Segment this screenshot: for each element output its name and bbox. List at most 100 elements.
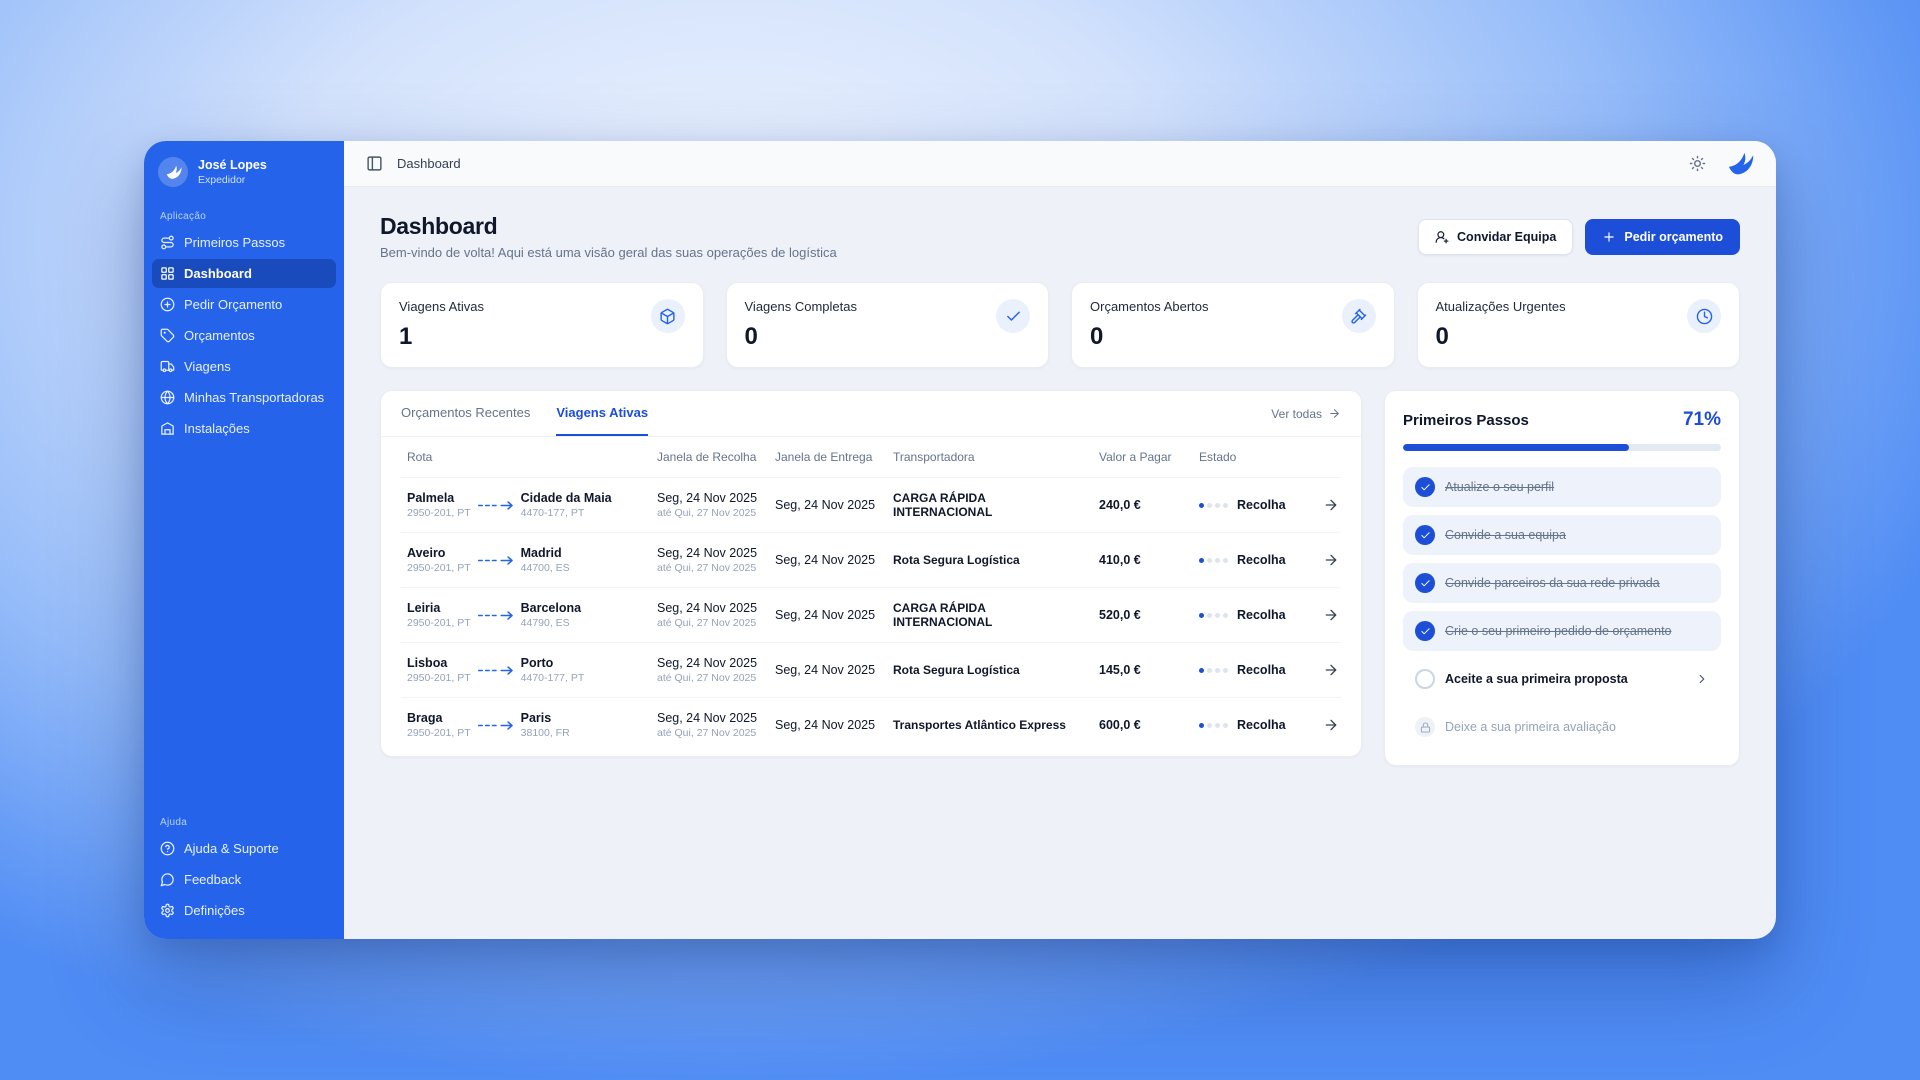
destination-code: 44790, ES: [521, 617, 583, 629]
sidebar-nav-item[interactable]: Definições: [152, 896, 336, 925]
page-actions: Convidar Equipa Pedir orçamento: [1418, 219, 1740, 255]
stats-row: Viagens Ativas 1 Viagens Completas 0 Orç…: [380, 282, 1740, 368]
user-plus-icon: [1435, 230, 1449, 244]
table-column-header: Valor a Pagar: [1093, 437, 1193, 477]
destination-code: 44700, ES: [521, 562, 583, 574]
onboarding-item[interactable]: Atualize o seu perfil: [1403, 467, 1721, 507]
route-arrow-icon: [477, 720, 515, 731]
delivery-window-cell: Seg, 24 Nov 2025: [769, 595, 887, 635]
brand-avatar-icon: [158, 157, 188, 187]
route-origin: Braga 2950-201, PT: [407, 711, 471, 739]
destination-code: 4470-177, PT: [521, 507, 612, 519]
sidebar-nav-item[interactable]: Primeiros Passos: [152, 228, 336, 257]
sidebar-nav-item[interactable]: Orçamentos: [152, 321, 336, 350]
trip-row[interactable]: Aveiro 2950-201, PT Madrid 44700, ES Seg…: [401, 533, 1341, 588]
pickup-date: Seg, 24 Nov 2025: [657, 546, 763, 560]
topbar: Dashboard: [344, 141, 1776, 187]
table-header-row: Rota Janela de Recolha Janela de Entrega…: [401, 437, 1341, 478]
destination-name: Paris: [521, 711, 583, 725]
destination-name: Cidade da Maia: [521, 491, 612, 505]
table-column-header: Janela de Recolha: [651, 437, 769, 477]
open-trip-arrow[interactable]: [1323, 497, 1339, 513]
origin-code: 2950-201, PT: [407, 672, 471, 684]
invite-team-button[interactable]: Convidar Equipa: [1418, 219, 1573, 255]
onboarding-item-label: Crie o seu primeiro pedido de orçamento: [1445, 624, 1672, 638]
open-trip-arrow[interactable]: [1323, 717, 1339, 733]
sidebar-nav-item[interactable]: Ajuda & Suporte: [152, 834, 336, 863]
sidebar: José Lopes Expedidor Aplicação Primeiros…: [144, 141, 344, 939]
trip-row[interactable]: Braga 2950-201, PT Paris 38100, FR Seg, …: [401, 698, 1341, 752]
status-progress-dot: [1215, 668, 1220, 673]
pickup-date: Seg, 24 Nov 2025: [657, 711, 763, 725]
sidebar-toggle-icon[interactable]: [366, 155, 383, 172]
pickup-date: Seg, 24 Nov 2025: [657, 656, 763, 670]
page-subtitle: Bem-vindo de volta! Aqui está uma visão …: [380, 245, 837, 260]
sidebar-nav-item[interactable]: Viagens: [152, 352, 336, 381]
trip-row[interactable]: Leiria 2950-201, PT Barcelona 44790, ES …: [401, 588, 1341, 643]
sidebar-nav-label: Instalações: [184, 421, 250, 436]
status-progress-dot: [1223, 723, 1228, 728]
theme-toggle-icon[interactable]: [1689, 155, 1706, 172]
gavel-icon: [1342, 299, 1376, 333]
truck-icon: [160, 359, 175, 374]
onboarding-title: Primeiros Passos: [1403, 412, 1529, 429]
route-destination: Madrid 44700, ES: [521, 546, 583, 574]
open-trip-arrow[interactable]: [1323, 607, 1339, 623]
request-quote-button[interactable]: Pedir orçamento: [1585, 219, 1740, 255]
status-progress-dot: [1199, 613, 1204, 618]
route-destination: Barcelona 44790, ES: [521, 601, 583, 629]
open-trip-arrow[interactable]: [1323, 552, 1339, 568]
progress-bar: [1403, 444, 1721, 451]
trips-tab[interactable]: Viagens Ativas: [556, 391, 648, 436]
destination-code: 4470-177, PT: [521, 672, 585, 684]
app-window: José Lopes Expedidor Aplicação Primeiros…: [144, 141, 1776, 939]
status-progress-dot: [1223, 558, 1228, 563]
chat-icon: [160, 872, 175, 887]
sidebar-nav-item[interactable]: Pedir Orçamento: [152, 290, 336, 319]
trip-row[interactable]: Lisboa 2950-201, PT Porto 4470-177, PT S…: [401, 643, 1341, 698]
sidebar-nav-item[interactable]: Feedback: [152, 865, 336, 894]
onboarding-item[interactable]: Aceite a sua primeira proposta: [1403, 659, 1721, 699]
sidebar-nav-item[interactable]: Minhas Transportadoras: [152, 383, 336, 412]
trips-table: Rota Janela de Recolha Janela de Entrega…: [381, 437, 1361, 756]
sidebar-nav-item[interactable]: Dashboard: [152, 259, 336, 288]
grid-icon: [160, 266, 175, 281]
trips-tab[interactable]: Orçamentos Recentes: [401, 391, 530, 436]
open-trip-arrow[interactable]: [1323, 662, 1339, 678]
sidebar-nav-item[interactable]: Instalações: [152, 414, 336, 443]
main-area: Dashboard Dashboard Bem-vindo de volta! …: [344, 141, 1776, 939]
pickup-window-cell: Seg, 24 Nov 2025 até Qui, 27 Nov 2025: [651, 588, 769, 642]
view-all-link[interactable]: Ver todas: [1271, 407, 1341, 421]
onboarding-item[interactable]: Crie o seu primeiro pedido de orçamento: [1403, 611, 1721, 651]
pickup-window-cell: Seg, 24 Nov 2025 até Qui, 27 Nov 2025: [651, 478, 769, 532]
route-destination: Cidade da Maia 4470-177, PT: [521, 491, 612, 519]
brand-logo-icon: [1726, 150, 1754, 178]
topbar-breadcrumb: Dashboard: [397, 156, 461, 171]
delivery-window-cell: Seg, 24 Nov 2025: [769, 705, 887, 745]
onboarding-item[interactable]: Convide a sua equipa: [1403, 515, 1721, 555]
sidebar-nav-label: Ajuda & Suporte: [184, 841, 279, 856]
sidebar-spacer: [144, 443, 344, 803]
trip-row[interactable]: Palmela 2950-201, PT Cidade da Maia 4470…: [401, 478, 1341, 533]
stat-value: 0: [1090, 323, 1209, 351]
status-cell: Recolha: [1193, 705, 1309, 745]
sidebar-nav-label: Primeiros Passos: [184, 235, 285, 250]
route-icon: [160, 235, 175, 250]
status-progress-dot: [1215, 503, 1220, 508]
destination-name: Porto: [521, 656, 585, 670]
pickup-window-cell: Seg, 24 Nov 2025 até Qui, 27 Nov 2025: [651, 698, 769, 752]
check-circle-icon: [1415, 525, 1435, 545]
status-cell: Recolha: [1193, 540, 1309, 580]
status-progress-dot: [1215, 558, 1220, 563]
onboarding-list: Atualize o seu perfil Convide a sua equi…: [1403, 467, 1721, 747]
table-column-header: Rota: [401, 437, 651, 477]
check-circle-icon: [1415, 477, 1435, 497]
origin-code: 2950-201, PT: [407, 507, 471, 519]
value-cell: 520,0 €: [1093, 595, 1193, 635]
plus-icon: [1602, 230, 1616, 244]
route-origin: Leiria 2950-201, PT: [407, 601, 471, 629]
onboarding-item[interactable]: Convide parceiros da sua rede privada: [1403, 563, 1721, 603]
pickup-until: até Qui, 27 Nov 2025: [657, 617, 763, 629]
user-profile[interactable]: José Lopes Expedidor: [144, 141, 344, 197]
onboarding-item[interactable]: Deixe a sua primeira avaliação: [1403, 707, 1721, 747]
